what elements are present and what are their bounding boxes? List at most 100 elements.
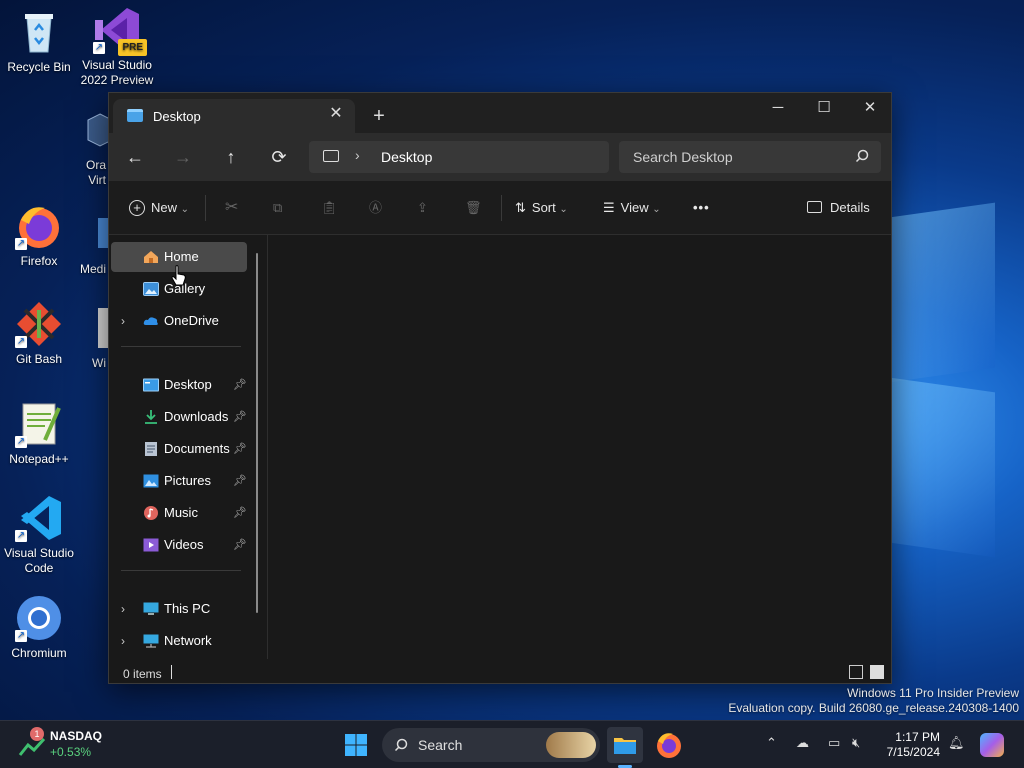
rename-button[interactable]: Ⓐ (369, 197, 382, 219)
pane-divider[interactable] (267, 235, 268, 659)
network-status-icon[interactable]: ▭ (828, 735, 840, 751)
details-view-icon[interactable] (849, 665, 863, 679)
chevron-right-icon[interactable]: › (121, 626, 125, 656)
document-icon (145, 442, 157, 456)
taskbar-search[interactable]: Search (382, 728, 600, 762)
copilot-icon[interactable] (980, 733, 1004, 757)
pin-icon[interactable]: 📌︎ (233, 370, 247, 400)
large-icons-view-icon[interactable] (870, 665, 884, 679)
taskbar-firefox[interactable] (651, 727, 687, 763)
watermark-edition: Windows 11 Pro Insider Preview (847, 686, 1019, 700)
maximize-button[interactable]: ☐ (801, 93, 847, 125)
pin-icon[interactable]: 📌︎ (233, 466, 247, 496)
app-icon (78, 304, 108, 352)
start-button[interactable] (338, 727, 374, 763)
desktop-icon-windows-tool[interactable]: Wi (78, 304, 108, 371)
pin-icon[interactable]: 📌︎ (233, 402, 247, 432)
sidebar-item-music[interactable]: Music 📌︎ (111, 498, 247, 528)
visual-studio-icon: PRE ↗ (93, 6, 147, 56)
desktop-icon-firefox[interactable]: ↗ Firefox (0, 202, 78, 269)
sidebar-item-pictures[interactable]: Pictures 📌︎ (111, 466, 247, 496)
folder-icon (614, 738, 636, 754)
chevron-right-icon[interactable]: › (121, 306, 125, 336)
show-hidden-icons-chevron[interactable]: ⌃ (766, 735, 777, 751)
new-tab-button[interactable]: + (367, 105, 391, 129)
search-icon (855, 149, 869, 163)
refresh-button[interactable]: ⟳ (264, 143, 294, 171)
desktop-icon-label: Recycle Bin (7, 60, 71, 74)
notification-bell-icon[interactable]: 🔔︎ (948, 735, 965, 751)
vscode-icon: ↗ (15, 494, 63, 542)
shortcut-arrow-icon: ↗ (15, 238, 27, 250)
music-icon (144, 506, 158, 520)
sidebar-item-label: Pictures (164, 473, 211, 488)
sidebar-scrollbar[interactable] (256, 253, 258, 613)
sort-label: Sort (531, 200, 556, 215)
desktop-icon-oracle-virtualbox[interactable]: Ora Virt (78, 106, 108, 188)
onedrive-offline-icon[interactable]: ☁︎ (796, 735, 809, 751)
close-tab-icon[interactable]: ✕ (327, 105, 345, 123)
sort-button[interactable]: ⇅ Sort ⌄ (515, 197, 568, 219)
clock[interactable]: 1:17 PM 7/15/2024 (874, 730, 940, 760)
minimize-button[interactable]: ─ (755, 93, 801, 125)
git-bash-icon: ↗ (15, 300, 63, 348)
sidebar-item-downloads[interactable]: Downloads 📌︎ (111, 402, 247, 432)
this-pc-icon (143, 602, 159, 615)
shortcut-arrow-icon: ↗ (15, 530, 27, 542)
sidebar-item-desktop[interactable]: Desktop 📌︎ (111, 370, 247, 400)
tab-desktop[interactable]: Desktop ✕ (113, 99, 355, 133)
desktop-icon-notepadpp[interactable]: ↗ Notepad++ (0, 400, 78, 467)
sort-icon: ⇅ (515, 200, 526, 215)
copy-button[interactable]: ⧉ (273, 197, 282, 219)
search-input[interactable]: Search Desktop (619, 141, 881, 173)
desktop-icon-media[interactable]: Medi (78, 210, 108, 277)
navigation-pane: Home Gallery › OneDrive Desktop 📌︎ Downl… (109, 235, 267, 659)
pin-icon[interactable]: 📌︎ (233, 434, 247, 464)
desktop-icon-git-bash[interactable]: ↗ Git Bash (0, 300, 78, 367)
pin-icon[interactable]: 📌︎ (233, 498, 247, 528)
widgets-stock-ticker[interactable]: 1 NASDAQ +0.53% (18, 727, 128, 763)
delete-button[interactable]: 🗑︎ (465, 197, 482, 219)
divider (121, 570, 241, 571)
tab-label: Desktop (153, 109, 201, 124)
new-button[interactable]: + New ⌄ (129, 197, 189, 219)
desktop-icon-vscode[interactable]: ↗ Visual Studio Code (0, 494, 78, 576)
cut-button[interactable]: ✂ (225, 197, 238, 219)
clock-date: 7/15/2024 (886, 745, 940, 759)
sidebar-item-videos[interactable]: Videos 📌︎ (111, 530, 247, 560)
breadcrumb-desktop[interactable]: Desktop (381, 149, 432, 165)
volume-mute-icon[interactable]: 🔇︎ (852, 735, 860, 751)
desktop-icon-label: Firefox (20, 254, 58, 268)
forward-button[interactable]: → (168, 143, 198, 171)
recycle-bin-icon (15, 8, 63, 56)
copy-icon: ⧉ (273, 200, 283, 215)
desktop-icon-recycle-bin[interactable]: Recycle Bin (0, 8, 78, 75)
close-window-button[interactable]: ✕ (847, 93, 893, 125)
separator (501, 195, 502, 221)
sidebar-item-this-pc[interactable]: › This PC (111, 594, 247, 624)
up-button[interactable]: ↑ (216, 143, 246, 171)
pin-icon[interactable]: 📌︎ (233, 530, 247, 560)
desktop-folder-icon (143, 378, 159, 392)
wallpaper-glow-top (890, 202, 995, 383)
desktop-icon-visual-studio-2022[interactable]: PRE ↗ Visual Studio 2022 Preview (78, 6, 156, 88)
sidebar-item-documents[interactable]: Documents 📌︎ (111, 434, 247, 464)
notification-badge: 1 (30, 727, 44, 741)
desktop-icon-chromium[interactable]: ↗ Chromium (0, 594, 78, 661)
paste-button[interactable]: 📋︎ (321, 197, 338, 219)
details-button[interactable]: Details (807, 197, 870, 219)
windows-logo-icon (345, 734, 367, 756)
sidebar-item-onedrive[interactable]: › OneDrive (111, 306, 247, 336)
view-button[interactable]: ☰ View ⌄ (603, 197, 661, 219)
chevron-right-icon[interactable]: › (355, 147, 360, 163)
back-button[interactable]: ← (120, 143, 150, 171)
taskbar-file-explorer[interactable] (607, 727, 643, 768)
address-bar[interactable]: › Desktop (309, 141, 609, 173)
share-button[interactable]: ⇪ (417, 197, 428, 219)
trash-icon: 🗑︎ (465, 200, 482, 215)
sidebar-item-network[interactable]: › Network (111, 626, 247, 656)
more-options-button[interactable]: ••• (693, 197, 710, 219)
chevron-right-icon[interactable]: › (121, 594, 125, 624)
command-bar: + New ⌄ ✂ ⧉ 📋︎ Ⓐ ⇪ 🗑︎ ⇅ Sort ⌄ ☰ View ⌄ •••… (109, 181, 891, 235)
firefox-icon: ↗ (15, 202, 63, 250)
